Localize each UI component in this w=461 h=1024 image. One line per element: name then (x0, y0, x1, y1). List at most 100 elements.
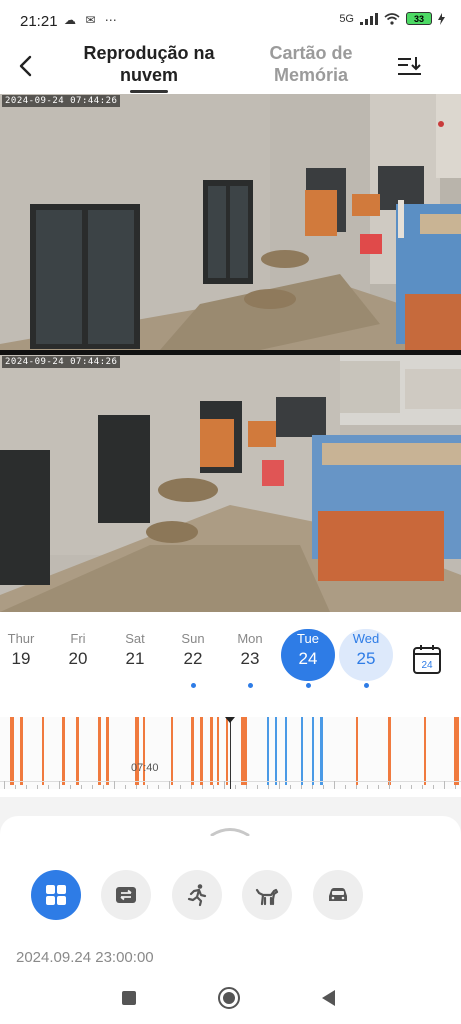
pet-icon (255, 888, 279, 906)
pet-motion-button[interactable] (242, 870, 292, 920)
day-fri[interactable]: Fri 20 (53, 626, 103, 670)
recent-apps-icon[interactable] (117, 986, 141, 1010)
day-name: Tue (297, 631, 319, 646)
timeline-tick (290, 785, 291, 789)
timeline-tick (125, 785, 126, 789)
status-bar: 21:21 ☁ ✉ ⋯ 5G 33 (0, 0, 461, 40)
camera-1-timestamp: 2024-09-24 07:44:26 (2, 95, 121, 107)
home-icon[interactable] (217, 986, 241, 1010)
battery-icon: 33 (406, 12, 432, 25)
timeline-tick (444, 781, 445, 789)
tab-active-indicator (130, 90, 168, 93)
tab-memory-card[interactable]: Cartão de Memória (258, 42, 364, 86)
timeline-tick (15, 785, 16, 789)
timeline-event-bar (285, 717, 287, 785)
timeline-tick (224, 781, 225, 789)
day-wed[interactable]: Wed 25 (339, 626, 393, 688)
timeline-time-label: 07:40 (131, 762, 159, 774)
timeline-event-bar (388, 717, 391, 785)
timeline-event-bar (191, 717, 194, 785)
timeline-tick (26, 785, 27, 789)
timeline-event-bar (226, 717, 228, 785)
recording-dot (191, 683, 196, 688)
charging-icon (438, 12, 445, 25)
camera-2-image (0, 355, 461, 612)
camera-feed-1[interactable]: 2024-09-24 07:44:26 (0, 94, 461, 350)
timeline-tick (400, 785, 401, 789)
timeline-tick (422, 785, 423, 789)
tab-cloud-playback[interactable]: Reprodução na nuvem (76, 42, 222, 86)
playback-timeline[interactable]: 07:40 (0, 717, 461, 789)
calendar-icon[interactable]: 24 (412, 643, 442, 675)
camera-1-image (0, 94, 461, 350)
timeline-event-bar (275, 717, 277, 785)
recording-dot (306, 683, 311, 688)
timeline-tick (334, 781, 335, 789)
timeline-tick (48, 785, 49, 789)
timeline-tick (246, 785, 247, 789)
day-number: 22 (183, 649, 203, 668)
timeline-event-bar (98, 717, 101, 785)
timeline-tick (92, 785, 93, 789)
swap-button[interactable] (101, 870, 151, 920)
signal-icon (360, 12, 378, 25)
timeline-event-bar (312, 717, 314, 785)
wifi-icon (384, 12, 400, 25)
day-name: Wed (352, 631, 380, 646)
swap-icon (116, 887, 136, 903)
timeline-event-bar (76, 717, 79, 785)
timeline-cursor-head (225, 717, 235, 723)
sheet-grip-icon[interactable] (210, 826, 250, 836)
day-sat[interactable]: Sat 21 (110, 626, 160, 670)
timeline-event-bar (106, 717, 109, 785)
camera-2-timestamp: 2024-09-24 07:44:26 (2, 356, 121, 368)
grid-button[interactable] (31, 870, 81, 920)
network-label: 5G (339, 12, 354, 25)
timeline-tick (301, 785, 302, 789)
day-thu[interactable]: Thur 19 (0, 626, 46, 670)
timeline-tick (202, 785, 203, 789)
timeline-event-bar (356, 717, 358, 785)
back-icon[interactable] (14, 52, 38, 80)
vehicle-motion-button[interactable] (313, 870, 363, 920)
person-running-icon (187, 884, 207, 907)
timeline-tick (114, 781, 115, 789)
top-header: Reprodução na nuvem Cartão de Memória (0, 40, 461, 93)
timeline-tick (378, 785, 379, 789)
timeline-event-bar (10, 717, 14, 785)
day-number: 24 (298, 649, 318, 668)
notification-icons: ☁ ✉ ⋯ (64, 13, 120, 27)
back-nav-icon[interactable] (317, 986, 341, 1010)
timeline-tick (389, 781, 390, 789)
timeline-event-bar (210, 717, 213, 785)
bottom-sheet: 2024.09.24 23:00:00 (0, 816, 461, 996)
day-number: 25 (356, 649, 376, 668)
timeline-event-bar (301, 717, 303, 785)
timeline-cursor[interactable] (230, 717, 231, 789)
selected-playback-time: 2024.09.24 23:00:00 (16, 949, 154, 966)
day-name: Sun (181, 631, 205, 646)
timeline-tick (59, 781, 60, 789)
recording-dot (364, 683, 369, 688)
timeline-tick (433, 785, 434, 789)
timeline-tick (257, 785, 258, 789)
timeline-tick (158, 785, 159, 789)
timeline-tick (268, 785, 269, 789)
day-tue-selected[interactable]: Tue 24 (281, 626, 335, 688)
timeline-event-bar (454, 717, 459, 785)
timeline-tick (81, 785, 82, 789)
day-mon[interactable]: Mon 23 (225, 626, 275, 688)
day-name: Sat (125, 631, 145, 646)
grid-icon (46, 885, 66, 905)
sort-download-icon[interactable] (397, 54, 423, 78)
timeline-tick (312, 785, 313, 789)
day-number: 23 (240, 649, 260, 668)
timeline-event-bar (241, 717, 247, 785)
camera-feed-2[interactable]: 2024-09-24 07:44:26 (0, 355, 461, 612)
timeline-event-bar (217, 717, 219, 785)
timeline-tick (191, 785, 192, 789)
timeline-tick (213, 785, 214, 789)
timeline-event-bar (424, 717, 426, 785)
person-motion-button[interactable] (172, 870, 222, 920)
day-sun[interactable]: Sun 22 (168, 626, 218, 688)
